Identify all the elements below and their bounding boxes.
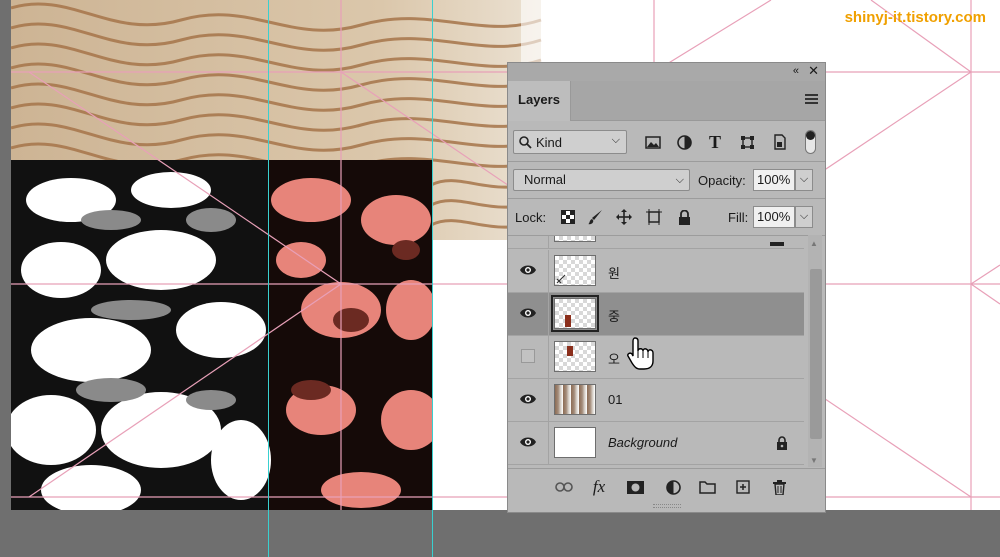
fill-input[interactable]: 100% [753, 206, 795, 228]
guide-line[interactable] [432, 0, 433, 557]
search-icon [519, 135, 532, 149]
chevron-down-icon: ⌵ [611, 134, 620, 146]
layer-row[interactable]: Background [508, 422, 804, 465]
scrollbar-thumb[interactable] [810, 269, 822, 439]
add-mask-icon[interactable] [624, 477, 646, 497]
new-layer-icon[interactable] [732, 477, 754, 497]
layer-name[interactable]: 01 [608, 392, 622, 407]
eye-icon[interactable] [519, 392, 537, 406]
new-adjustment-layer-icon[interactable] [662, 477, 684, 497]
scroll-up-icon[interactable]: ▲ [810, 239, 818, 248]
layer-row[interactable]: 01 [508, 379, 804, 422]
blend-row: Normal ⌵ Opacity: 100% ⌵ [508, 161, 825, 193]
lock-image-pixels-icon[interactable] [587, 208, 605, 226]
layer-name[interactable]: 오 [608, 349, 620, 368]
fill-dropdown-button[interactable]: ⌵ [795, 206, 813, 228]
layer-thumbnail [554, 255, 596, 286]
lock-icon [777, 436, 787, 450]
layer-row-partial[interactable] [508, 236, 804, 249]
shape-filter-icon[interactable] [737, 132, 757, 152]
visibility-toggle-off[interactable] [521, 349, 535, 363]
layer-badge-icon [770, 242, 784, 246]
panel-resize-grip[interactable] [653, 504, 681, 508]
kind-filter-select[interactable]: Kind ⌵ [513, 130, 627, 154]
layer-name[interactable]: 원 [608, 263, 620, 282]
layer-list[interactable]: 원 중 오 01 Background [508, 235, 825, 468]
image-filter-icon[interactable] [643, 132, 663, 152]
new-group-folder-icon[interactable] [696, 477, 718, 497]
watermark-text: shinyj-it.tistory.com [844, 9, 986, 26]
lock-all-icon[interactable] [675, 208, 693, 226]
layer-thumbnail [554, 341, 596, 372]
layer-thumbnail [554, 384, 596, 415]
hand-cursor-icon [627, 337, 654, 370]
eye-icon[interactable] [519, 435, 537, 449]
layer-row-selected[interactable]: 중 [508, 293, 804, 336]
layer-style-fx-icon[interactable]: fx [588, 477, 610, 497]
smart-object-filter-icon[interactable] [769, 132, 789, 152]
layer-list-scrollbar[interactable]: ▲ ▼ [808, 235, 822, 467]
lock-artboard-icon[interactable] [645, 208, 663, 226]
lock-label: Lock: [515, 210, 547, 225]
opacity-label: Opacity: [698, 173, 746, 188]
adjustment-filter-icon[interactable] [674, 132, 694, 152]
opacity-input[interactable]: 100% [753, 169, 795, 191]
layers-panel: « ✕ Layers Kind ⌵ T Normal ⌵ Opacity: 10… [507, 62, 826, 513]
layer-name[interactable]: 중 [608, 306, 620, 325]
fill-label: Fill: [728, 210, 749, 225]
layer-filter-row: Kind ⌵ T [508, 123, 825, 157]
type-filter-icon[interactable]: T [705, 132, 725, 152]
layer-thumbnail [551, 295, 599, 332]
lock-transparent-pixels-icon[interactable] [559, 208, 577, 226]
layer-thumbnail [554, 236, 596, 242]
delete-layer-icon[interactable] [768, 477, 790, 497]
opacity-dropdown-button[interactable]: ⌵ [795, 169, 813, 191]
lock-row: Lock: Fill: 100% ⌵ [508, 198, 825, 234]
layer-row[interactable]: 원 [508, 250, 804, 293]
blend-mode-value: Normal [524, 172, 566, 187]
guide-line[interactable] [268, 0, 269, 557]
grid-overlay [11, 0, 1000, 510]
panel-bottom-bar: fx [508, 468, 825, 504]
eye-icon[interactable] [519, 263, 537, 277]
filter-toggle-switch[interactable] [805, 130, 816, 154]
panel-title-bar[interactable]: « ✕ [508, 63, 825, 81]
layer-thumbnail [554, 427, 596, 458]
blend-mode-select[interactable]: Normal ⌵ [513, 169, 690, 191]
chevron-down-icon: ⌵ [675, 174, 684, 186]
layer-name[interactable]: Background [608, 435, 677, 450]
kind-filter-label: Kind [536, 134, 563, 150]
collapse-icon[interactable]: « [793, 65, 799, 77]
document-canvas[interactable] [11, 0, 1000, 510]
tab-layers[interactable]: Layers [508, 81, 571, 121]
close-icon[interactable]: ✕ [808, 63, 819, 79]
layer-row[interactable]: 오 [508, 336, 804, 379]
eye-icon[interactable] [519, 306, 537, 320]
link-layers-icon[interactable] [553, 477, 575, 497]
panel-tab-row: Layers [508, 81, 825, 121]
lock-position-icon[interactable] [615, 208, 633, 226]
scroll-down-icon[interactable]: ▼ [810, 456, 818, 465]
panel-menu-icon[interactable] [805, 94, 818, 106]
